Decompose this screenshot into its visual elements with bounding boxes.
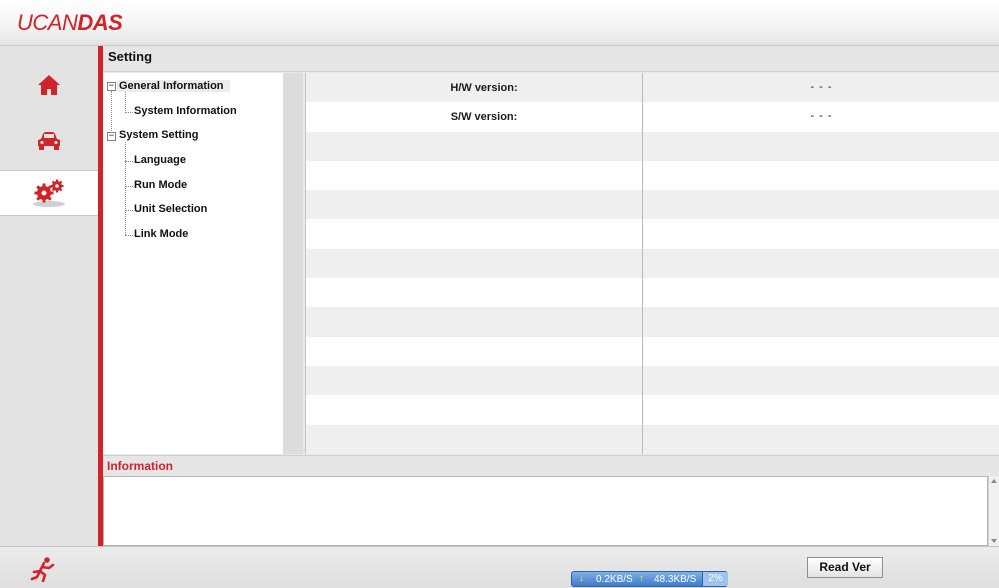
tree-item-run-mode[interactable]: Run Mode — [134, 179, 187, 191]
table-row — [306, 219, 999, 249]
tree-scrollbar[interactable] — [283, 73, 303, 454]
table-row — [306, 190, 999, 220]
exit-running-man-icon[interactable] — [30, 556, 60, 582]
table-row — [306, 160, 999, 191]
table-row — [306, 424, 999, 454]
home-icon — [38, 75, 60, 95]
tree-line — [125, 235, 133, 236]
scroll-up-arrow-icon[interactable] — [991, 479, 997, 483]
settings-tree: − General Information System Information… — [103, 73, 283, 454]
tree-line — [111, 91, 112, 135]
read-ver-button[interactable]: Read Ver — [807, 557, 883, 578]
column-divider — [642, 73, 643, 454]
ucandas-logo: UCANDAS — [17, 10, 123, 35]
tree-item-language[interactable]: Language — [134, 154, 186, 166]
table-row — [306, 395, 999, 425]
hw-version-label: H/W version: — [450, 82, 518, 94]
information-title: Information — [107, 459, 173, 473]
tree-item-link-mode[interactable]: Link Mode — [134, 228, 188, 240]
sw-version-value: - - - — [810, 110, 833, 123]
tree-item-system-setting[interactable]: System Setting — [119, 129, 198, 141]
car-icon — [38, 132, 60, 150]
download-speed: 0.2KB/S — [596, 574, 633, 585]
sidebar-vehicle-button[interactable] — [0, 118, 98, 164]
page-title: Setting — [108, 49, 153, 64]
table-row: S/W version: - - - — [306, 102, 999, 132]
information-textarea[interactable] — [103, 476, 988, 546]
download-arrow-icon: ↓ — [579, 573, 584, 584]
information-scrollbar[interactable] — [988, 476, 999, 546]
table-row — [306, 366, 999, 396]
scroll-down-arrow-icon[interactable] — [991, 539, 997, 543]
page-title-bar: Setting — [103, 46, 999, 72]
usage-percent: 2% — [702, 572, 728, 586]
sidebar-home-button[interactable] — [0, 62, 98, 108]
tree-line — [125, 142, 126, 235]
table-row — [306, 307, 999, 337]
sidebar — [0, 46, 98, 546]
tree-item-general-information[interactable]: General Information — [117, 80, 230, 92]
upload-speed: 48.3KB/S — [654, 574, 697, 585]
table-row: H/W version: - - - — [306, 73, 999, 103]
tree-line — [125, 112, 133, 113]
info-grid: H/W version: - - - S/W version: - - - — [305, 73, 999, 454]
table-row — [306, 278, 999, 308]
network-speed-widget: ↓ 0.2KB/S ↑ 48.3KB/S 2% — [571, 571, 728, 587]
tree-line — [125, 186, 133, 187]
table-row — [306, 131, 999, 161]
tree-line — [125, 210, 133, 211]
gears-icon — [33, 179, 65, 207]
tree-line — [125, 161, 133, 162]
tree-line — [125, 91, 126, 113]
tree-item-system-information[interactable]: System Information — [134, 105, 237, 117]
sw-version-label: S/W version: — [450, 111, 518, 124]
table-row — [306, 336, 999, 366]
collapse-icon[interactable]: − — [107, 82, 116, 91]
top-bar: UCANDAS — [0, 0, 999, 46]
hw-version-value: - - - — [810, 81, 833, 93]
information-header: Information — [103, 455, 999, 476]
sidebar-settings-button[interactable] — [0, 170, 98, 216]
collapse-icon[interactable]: − — [107, 132, 116, 141]
upload-arrow-icon: ↑ — [639, 573, 644, 584]
table-row — [306, 248, 999, 279]
tree-item-unit-selection[interactable]: Unit Selection — [134, 203, 207, 215]
